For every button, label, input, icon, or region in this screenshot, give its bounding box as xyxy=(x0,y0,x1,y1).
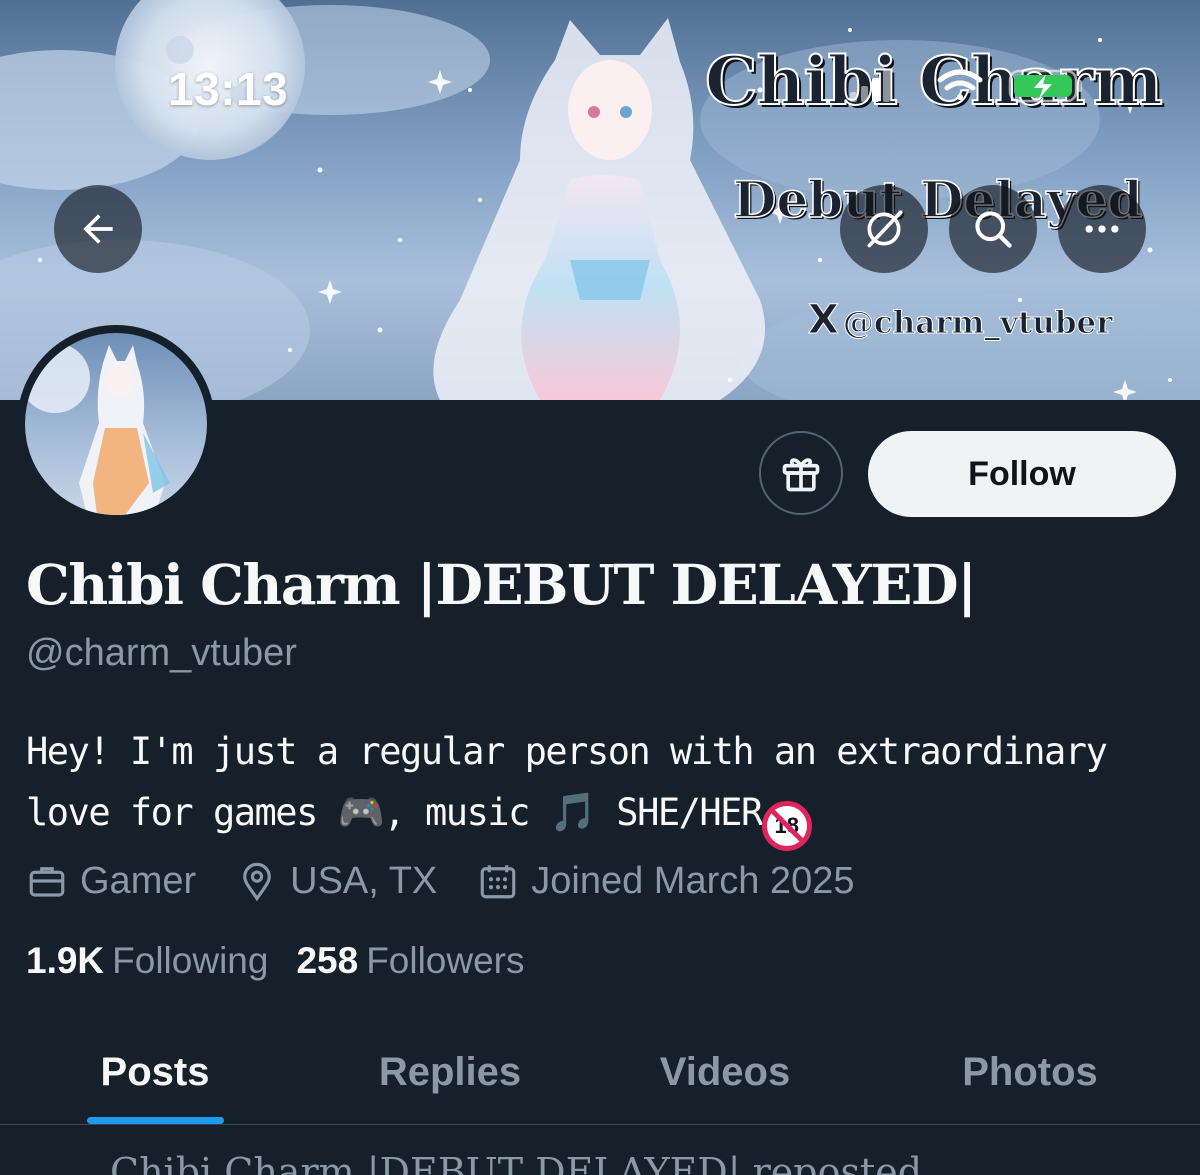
back-button[interactable] xyxy=(54,185,142,273)
bio-line-1: Hey! I'm just a regular person with an e… xyxy=(26,730,1108,773)
bio-text-music: , music xyxy=(383,791,550,834)
active-tab-indicator xyxy=(87,1117,224,1124)
profile-meta: Gamer USA, TX Joined March 2025 xyxy=(26,858,894,904)
tab-replies[interactable]: Replies xyxy=(340,1020,560,1124)
profession-text: Gamer xyxy=(80,859,197,902)
wifi-icon xyxy=(937,69,983,100)
search-icon xyxy=(975,211,1012,248)
profile-page: Chibi Charm Debut Delayed X @charm_vtuber… xyxy=(0,0,1200,1175)
profile-stats: 1.9K Following 258 Followers xyxy=(26,940,553,982)
tab-videos[interactable]: Videos xyxy=(620,1020,830,1124)
following-count: 1.9K xyxy=(26,940,105,981)
location-pin-icon xyxy=(243,862,271,902)
avatar[interactable] xyxy=(25,333,207,515)
bio-text-games: love for games xyxy=(26,791,338,834)
status-bar-time: 13:13 xyxy=(168,63,289,115)
following-link[interactable]: 1.9K Following xyxy=(26,940,268,982)
location-item: USA, TX xyxy=(236,860,437,903)
more-button[interactable] xyxy=(1058,185,1146,273)
banner-handle: X @charm_vtuber xyxy=(808,297,1114,344)
calendar-icon xyxy=(480,865,516,899)
joined-item: Joined March 2025 xyxy=(477,860,854,903)
repost-header: Chibi Charm |DEBUT DELAYED| reposted xyxy=(110,1150,923,1175)
avatar-artwork xyxy=(25,333,207,515)
joined-text: Joined March 2025 xyxy=(531,859,855,902)
following-label: Following xyxy=(112,940,269,981)
profile-bio: Hey! I'm just a regular person with an e… xyxy=(26,722,1176,851)
cellular-signal-icon xyxy=(850,70,890,102)
music-note-icon: 🎵 xyxy=(549,790,597,834)
profile-handle: @charm_vtuber xyxy=(26,632,297,674)
followers-label: Followers xyxy=(366,940,525,981)
bio-line-2: love for games 🎮, music 🎵 SHE/HER 18 xyxy=(26,782,1176,851)
banner-handle-text: @charm_vtuber xyxy=(842,305,1113,342)
tab-photos[interactable]: Photos xyxy=(920,1020,1140,1124)
profile-display-name: Chibi Charm |DEBUT DELAYED| xyxy=(26,552,977,617)
follow-button[interactable]: Follow xyxy=(868,431,1176,517)
followers-count: 258 xyxy=(296,940,359,981)
profession-item: Gamer xyxy=(26,860,196,903)
grok-icon xyxy=(867,210,903,248)
game-controller-icon: 🎮 xyxy=(337,790,385,834)
status-bar-icons xyxy=(850,69,1082,103)
x-logo-icon: X xyxy=(808,297,840,344)
briefcase-icon xyxy=(29,867,65,897)
followers-link[interactable]: 258 Followers xyxy=(296,940,524,982)
battery-charging-icon xyxy=(1008,69,1082,103)
search-button[interactable] xyxy=(949,185,1037,273)
more-dots-icon xyxy=(1085,225,1119,233)
tab-posts[interactable]: Posts xyxy=(60,1020,250,1124)
gift-icon xyxy=(782,458,820,492)
profile-tabs: Posts Replies Videos Photos xyxy=(0,1020,1200,1125)
location-text: USA, TX xyxy=(290,859,438,902)
no-under-18-icon: 18 xyxy=(761,801,812,851)
profile-banner[interactable]: Chibi Charm Debut Delayed X @charm_vtuber… xyxy=(0,0,1200,400)
arrow-left-icon xyxy=(83,214,113,244)
bio-text-pronouns: SHE/HER xyxy=(595,791,763,834)
grok-button[interactable] xyxy=(840,185,928,273)
gift-button[interactable] xyxy=(759,431,843,515)
